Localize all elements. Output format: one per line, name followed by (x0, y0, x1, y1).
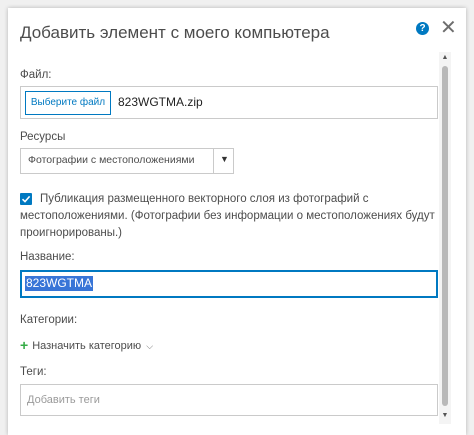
name-input[interactable]: 823WGTMA (20, 270, 438, 298)
tags-label: Теги: (20, 366, 47, 378)
scrollbar[interactable]: ▲ ▼ (439, 52, 451, 424)
file-label: Файл: (20, 69, 52, 81)
file-picker: Выберите файл 823WGTMA.zip (20, 86, 438, 119)
tags-input[interactable]: Добавить теги (20, 384, 438, 416)
categories-label: Категории: (20, 314, 78, 326)
tags-placeholder: Добавить теги (27, 394, 100, 406)
chevron-down-icon: ⌵ (146, 341, 154, 351)
name-label: Название: (20, 251, 75, 263)
scroll-up-icon[interactable]: ▲ (441, 54, 449, 61)
plus-icon: + (20, 337, 29, 353)
checkmark-icon (21, 195, 31, 203)
choose-file-button[interactable]: Выберите файл (25, 91, 111, 115)
scroll-down-icon[interactable]: ▼ (441, 412, 449, 419)
publish-checkbox[interactable] (20, 193, 32, 205)
resources-label: Ресурсы (20, 131, 66, 143)
dropdown-arrow-icon[interactable]: ▼ (220, 154, 229, 164)
assign-category-button[interactable]: + Назначить категорию ⌵ (20, 337, 153, 353)
add-item-dialog: Добавить элемент с моего компьютера ? ✕ … (8, 8, 466, 435)
close-icon[interactable]: ✕ (440, 17, 457, 39)
scrollbar-thumb[interactable] (442, 66, 448, 406)
assign-category-label: Назначить категорию (32, 340, 142, 352)
select-divider (213, 149, 214, 173)
resources-select[interactable]: Фотографии с местоположениями ▼ (20, 148, 234, 174)
publish-checkbox-label: Публикация размещенного векторного слоя … (20, 193, 435, 239)
resources-select-value: Фотографии с местоположениями (28, 154, 195, 166)
file-name: 823WGTMA.zip (118, 95, 203, 109)
dialog-title: Добавить элемент с моего компьютера (20, 23, 330, 42)
help-icon[interactable]: ? (416, 22, 429, 35)
name-input-value: 823WGTMA (25, 276, 94, 291)
